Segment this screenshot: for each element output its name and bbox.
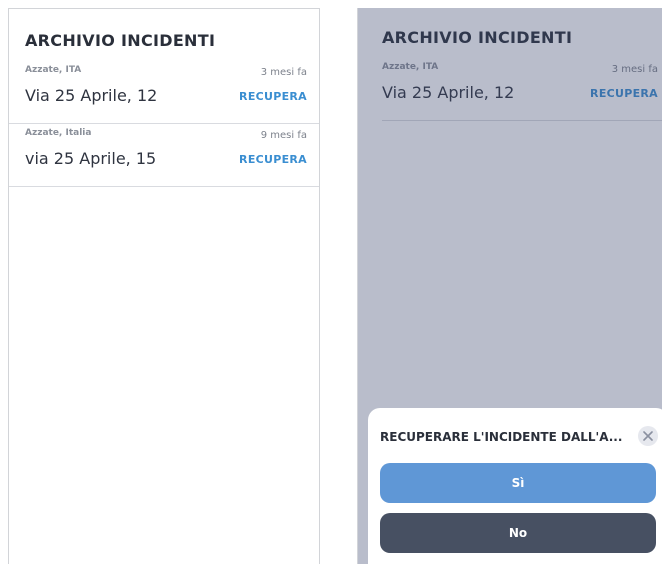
- list-item[interactable]: Azzate, Italia 9 mesi fa via 25 Aprile, …: [9, 124, 319, 187]
- recover-button[interactable]: RECUPERA: [239, 90, 307, 103]
- page-title: ARCHIVIO INCIDENTI: [25, 31, 216, 50]
- item-city: Azzate, Italia: [25, 128, 92, 138]
- item-time: 9 mesi fa: [260, 130, 307, 141]
- item-time: 3 mesi fa: [260, 67, 307, 78]
- archive-screen: ARCHIVIO INCIDENTI Azzate, ITA 3 mesi fa…: [8, 8, 320, 564]
- close-icon[interactable]: [638, 426, 658, 446]
- dialog-title: RECUPERARE L'INCIDENTE DALL'A...: [380, 430, 623, 444]
- item-city: Azzate, ITA: [25, 65, 82, 75]
- recover-button[interactable]: RECUPERA: [239, 153, 307, 166]
- archive-screen-with-dialog: ARCHIVIO INCIDENTI Azzate, ITA 3 mesi fa…: [357, 8, 662, 564]
- no-button[interactable]: No: [380, 513, 656, 553]
- yes-button[interactable]: Sì: [380, 463, 656, 503]
- item-address: Via 25 Aprile, 12: [25, 86, 158, 105]
- confirm-dialog: RECUPERARE L'INCIDENTE DALL'A... Sì No: [368, 408, 662, 564]
- item-address: via 25 Aprile, 15: [25, 149, 157, 168]
- list-item[interactable]: Azzate, ITA 3 mesi fa Via 25 Aprile, 12 …: [9, 61, 319, 124]
